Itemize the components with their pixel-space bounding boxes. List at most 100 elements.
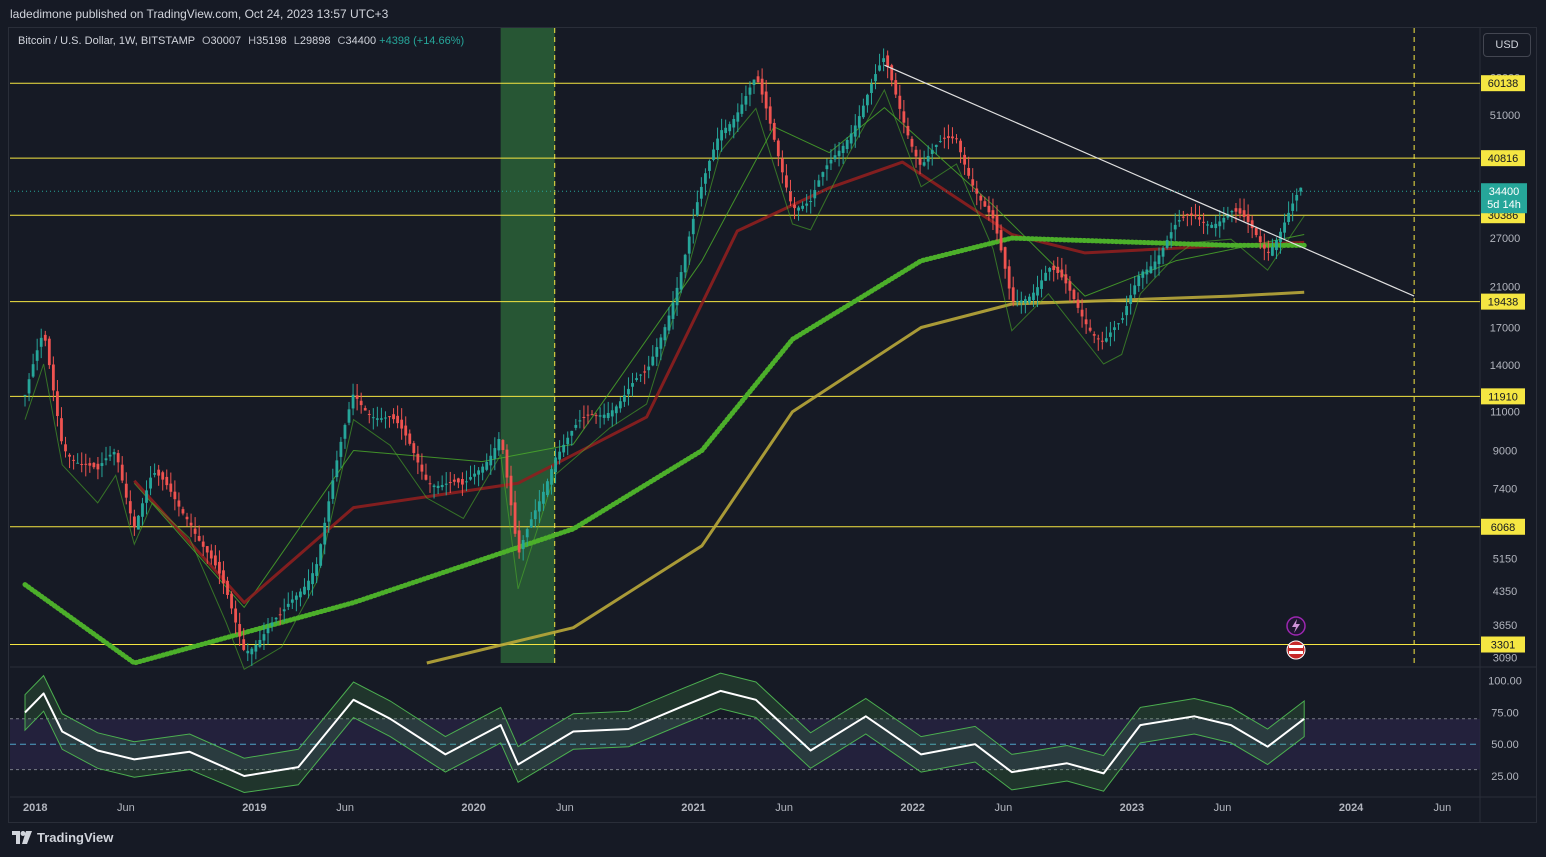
candle-body	[351, 394, 355, 409]
candle-body	[1295, 194, 1299, 201]
footer	[0, 824, 1546, 857]
candle-body	[230, 593, 233, 609]
candle-body	[444, 483, 448, 485]
candle-body	[299, 591, 302, 598]
candle-body	[533, 510, 537, 520]
candle-body	[930, 149, 934, 154]
candles	[23, 48, 1303, 666]
price-tick-label: 17000	[1490, 323, 1521, 335]
candle-body	[157, 469, 161, 476]
candle-body	[756, 76, 760, 83]
candle-body	[627, 388, 630, 395]
candle-body	[51, 364, 55, 391]
candle-body	[764, 91, 768, 109]
candle-body	[319, 544, 323, 566]
candle-body	[999, 230, 1003, 251]
candle-body	[1262, 244, 1266, 249]
currency-button[interactable]: USD	[1483, 33, 1531, 57]
candle-body	[975, 188, 979, 194]
candle-body	[1044, 272, 1048, 281]
level-tag-label: 60138	[1488, 78, 1519, 90]
candle-body	[740, 104, 744, 114]
candle-body	[1023, 299, 1027, 304]
candle-body	[728, 124, 732, 132]
candle-body	[39, 337, 43, 347]
candle-body	[1173, 224, 1177, 230]
level-tag-label: 11910	[1488, 391, 1518, 403]
candle-body	[238, 624, 242, 637]
candle-body	[525, 529, 529, 538]
candle-body	[918, 158, 922, 165]
candle-body	[456, 478, 460, 483]
candle-body	[942, 137, 946, 139]
candle-body	[712, 149, 715, 160]
candle-body	[963, 154, 967, 165]
candle-body	[226, 580, 229, 595]
candle-body	[736, 112, 740, 122]
candle-body	[610, 410, 614, 417]
candle-body	[1283, 222, 1286, 233]
price-tick-label: 51000	[1490, 110, 1521, 122]
candle-body	[132, 516, 136, 528]
time-axis-label: Jun	[1214, 802, 1232, 814]
candle-body	[983, 201, 987, 207]
candle-body	[388, 416, 391, 418]
candle-body	[128, 501, 132, 514]
candle-body	[708, 160, 711, 171]
candle-body	[1019, 300, 1023, 303]
candle-body	[278, 614, 282, 616]
candle-body	[497, 438, 501, 451]
candle-body	[465, 481, 468, 483]
candle-body	[724, 127, 728, 134]
candle-body	[290, 599, 294, 603]
candle-body	[959, 140, 962, 153]
candle-body	[481, 466, 485, 473]
tradingview-logo[interactable]: TradingView	[12, 830, 113, 845]
candle-body	[606, 412, 610, 419]
time-axis-label: Jun	[556, 802, 574, 814]
candle-body	[1198, 217, 1201, 220]
symbol-legend: Bitcoin / U.S. Dollar, 1W, BITSTAMP O300…	[18, 35, 464, 47]
candle-body	[1121, 318, 1124, 320]
candle-body	[1222, 217, 1226, 223]
price-tick-label: 3650	[1493, 620, 1517, 632]
candle-body	[108, 454, 112, 457]
ma-fast-line	[133, 107, 1305, 608]
candle-body	[987, 205, 991, 213]
candle-body	[436, 485, 440, 488]
candle-body	[1109, 332, 1112, 337]
candle-body	[461, 479, 464, 485]
candle-body	[469, 477, 472, 480]
candle-body	[894, 80, 898, 95]
candle-body	[675, 287, 679, 306]
candle-body	[404, 425, 408, 436]
candle-body	[1250, 220, 1254, 229]
candle-body	[76, 462, 80, 464]
candle-body	[687, 236, 691, 254]
candle-body	[1003, 247, 1007, 269]
candle-body	[1185, 214, 1189, 216]
candle-body	[1218, 221, 1222, 227]
candle-body	[793, 204, 796, 209]
candle-body	[331, 480, 335, 499]
candle-body	[181, 509, 185, 514]
candle-body	[1206, 224, 1210, 226]
candle-body	[1040, 280, 1043, 289]
candle-body	[955, 138, 958, 140]
candle-body	[1157, 255, 1161, 265]
low-value: 29898	[299, 35, 331, 47]
candle-body	[716, 138, 719, 151]
candle-body	[1190, 213, 1193, 216]
candle-body	[1048, 268, 1052, 272]
candle-body	[1011, 287, 1015, 302]
candle-body	[578, 420, 582, 422]
candle-body	[910, 138, 914, 147]
candle-body	[1177, 220, 1181, 222]
candle-body	[254, 644, 258, 652]
candle-body	[27, 379, 31, 394]
candle-body	[768, 106, 772, 124]
candle-body	[1100, 340, 1104, 342]
price-chart[interactable]: 7500062000510002700021000170001400011000…	[0, 0, 1546, 857]
candle-body	[124, 483, 128, 498]
candle-body	[853, 125, 857, 137]
